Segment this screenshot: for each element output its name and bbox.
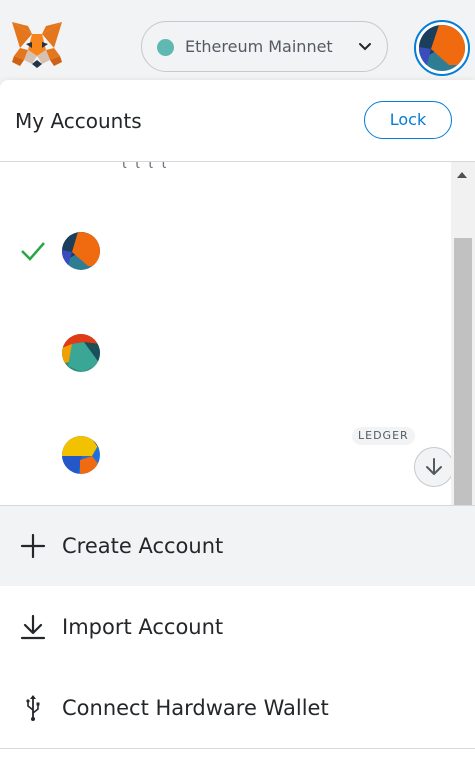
identicon-red-teal [62, 334, 100, 372]
connect-hardware-wallet-label: Connect Hardware Wallet [62, 696, 329, 720]
import-account-label: Import Account [62, 615, 224, 639]
ledger-badge: LEDGER [352, 427, 415, 445]
identicon-blue-orange [62, 232, 100, 270]
scroll-down-button[interactable] [414, 447, 454, 487]
chevron-down-icon [357, 39, 373, 55]
account-row[interactable] [0, 284, 448, 384]
arrow-down-icon [426, 458, 442, 475]
scroll-up-arrow-icon[interactable] [457, 172, 467, 178]
app-header: Ethereum Mainnet [0, 0, 475, 80]
identicon-yellow-blue [62, 436, 100, 474]
usb-icon [20, 694, 46, 722]
account-menu-header: My Accounts Lock [0, 80, 475, 162]
account-menu-title: My Accounts [15, 109, 142, 133]
import-account-button[interactable]: Import Account [0, 587, 475, 667]
create-account-button[interactable]: Create Account [0, 506, 475, 586]
account-row[interactable] [0, 182, 448, 282]
account-avatar-button[interactable] [414, 20, 470, 76]
account-menu: My Accounts Lock ι ι ι ι LEDGER Create A… [0, 80, 475, 766]
network-label: Ethereum Mainnet [185, 37, 333, 56]
network-status-dot [157, 39, 174, 56]
divider [0, 748, 475, 749]
check-icon [20, 240, 46, 262]
cut-off-text: ι ι ι ι [122, 162, 169, 172]
metamask-fox-icon[interactable] [10, 20, 64, 72]
download-icon [20, 613, 46, 641]
lock-button[interactable]: Lock [364, 101, 452, 139]
create-account-label: Create Account [62, 534, 224, 558]
network-selector[interactable]: Ethereum Mainnet [141, 21, 388, 72]
connect-hardware-wallet-button[interactable]: Connect Hardware Wallet [0, 668, 475, 748]
plus-icon [20, 532, 46, 560]
